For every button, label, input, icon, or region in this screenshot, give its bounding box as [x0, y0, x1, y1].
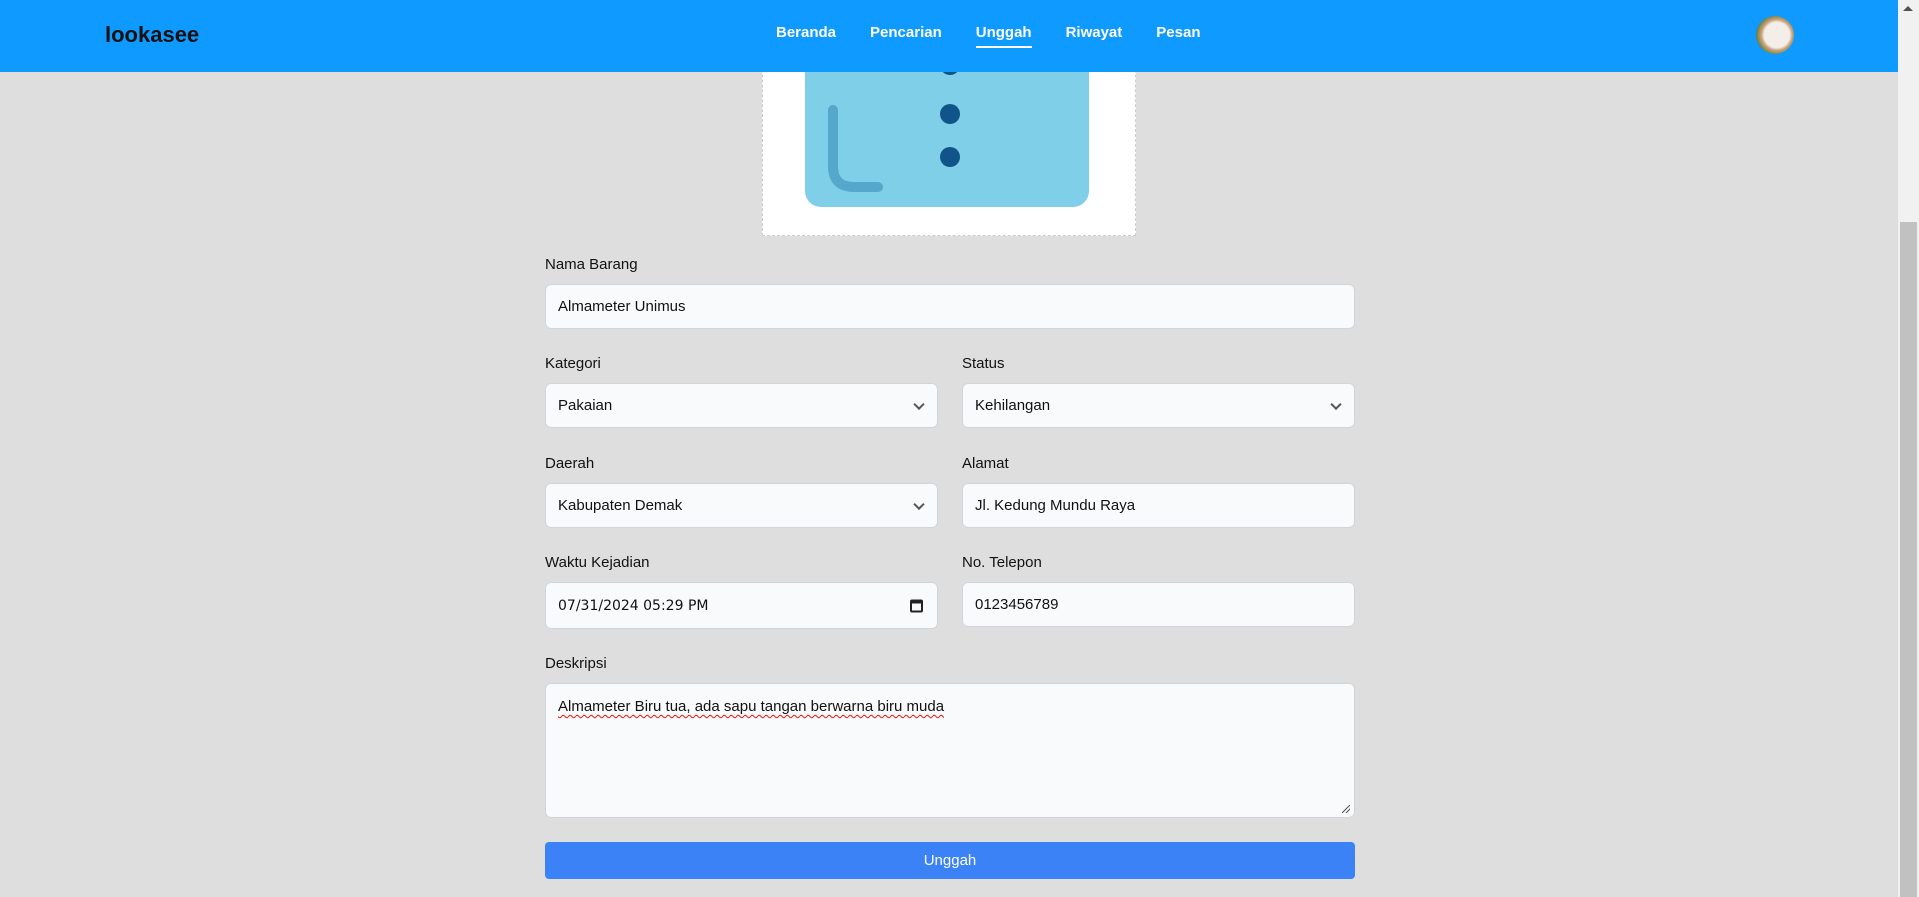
kategori-label: Kategori [545, 355, 601, 372]
nav-unggah[interactable]: Unggah [975, 24, 1032, 48]
kategori-value: Pakaian [558, 397, 613, 414]
daerah-select[interactable]: Kabupaten Demak [545, 483, 938, 528]
telepon-value: 0123456789 [975, 596, 1059, 613]
nav-beranda[interactable]: Beranda [776, 24, 836, 48]
waktu-value: 07/31/2024 05:29 PM [558, 597, 709, 614]
waktu-label: Waktu Kejadian [545, 554, 650, 571]
main-nav: Beranda Pencarian Unggah Riwayat Pesan [776, 24, 1200, 48]
status-label: Status [962, 355, 1005, 372]
top-navbar: lookasee Beranda Pencarian Unggah Riwaya… [0, 0, 1898, 72]
chevron-down-icon [913, 398, 925, 410]
nama-barang-input[interactable]: Almameter Unimus [545, 284, 1355, 329]
telepon-input[interactable]: 0123456789 [962, 582, 1355, 627]
status-select[interactable]: Kehilangan [962, 383, 1355, 428]
nama-barang-label: Nama Barang [545, 256, 638, 273]
deskripsi-value: Almameter Biru tua, ada sapu tangan berw… [558, 698, 945, 715]
alamat-input[interactable]: Jl. Kedung Mundu Raya [962, 483, 1355, 528]
resize-handle-icon[interactable] [1342, 805, 1350, 813]
scrollbar-thumb[interactable] [1900, 222, 1917, 897]
deskripsi-label: Deskripsi [545, 655, 607, 672]
chevron-down-icon [1330, 398, 1342, 410]
unggah-submit-button[interactable]: Unggah [545, 842, 1355, 879]
calendar-icon[interactable] [910, 599, 923, 612]
scroll-up-arrow-icon[interactable] [1903, 6, 1913, 11]
logo[interactable]: lookasee [105, 22, 199, 48]
user-avatar[interactable] [1756, 16, 1794, 54]
vertical-scrollbar[interactable] [1898, 0, 1919, 897]
chevron-down-icon [913, 498, 925, 510]
nav-riwayat[interactable]: Riwayat [1066, 24, 1123, 48]
nama-barang-value: Almameter Unimus [558, 298, 686, 315]
alamat-label: Alamat [962, 455, 1009, 472]
alamat-value: Jl. Kedung Mundu Raya [975, 497, 1136, 514]
deskripsi-textarea[interactable]: Almameter Biru tua, ada sapu tangan berw… [545, 683, 1355, 818]
nav-pesan[interactable]: Pesan [1156, 24, 1200, 48]
daerah-label: Daerah [545, 455, 595, 472]
waktu-datetime-input[interactable]: 07/31/2024 05:29 PM [545, 582, 938, 629]
nav-pencarian[interactable]: Pencarian [870, 24, 942, 48]
kategori-select[interactable]: Pakaian [545, 383, 938, 428]
daerah-value: Kabupaten Demak [558, 497, 683, 514]
status-value: Kehilangan [975, 397, 1051, 414]
telepon-label: No. Telepon [962, 554, 1042, 571]
